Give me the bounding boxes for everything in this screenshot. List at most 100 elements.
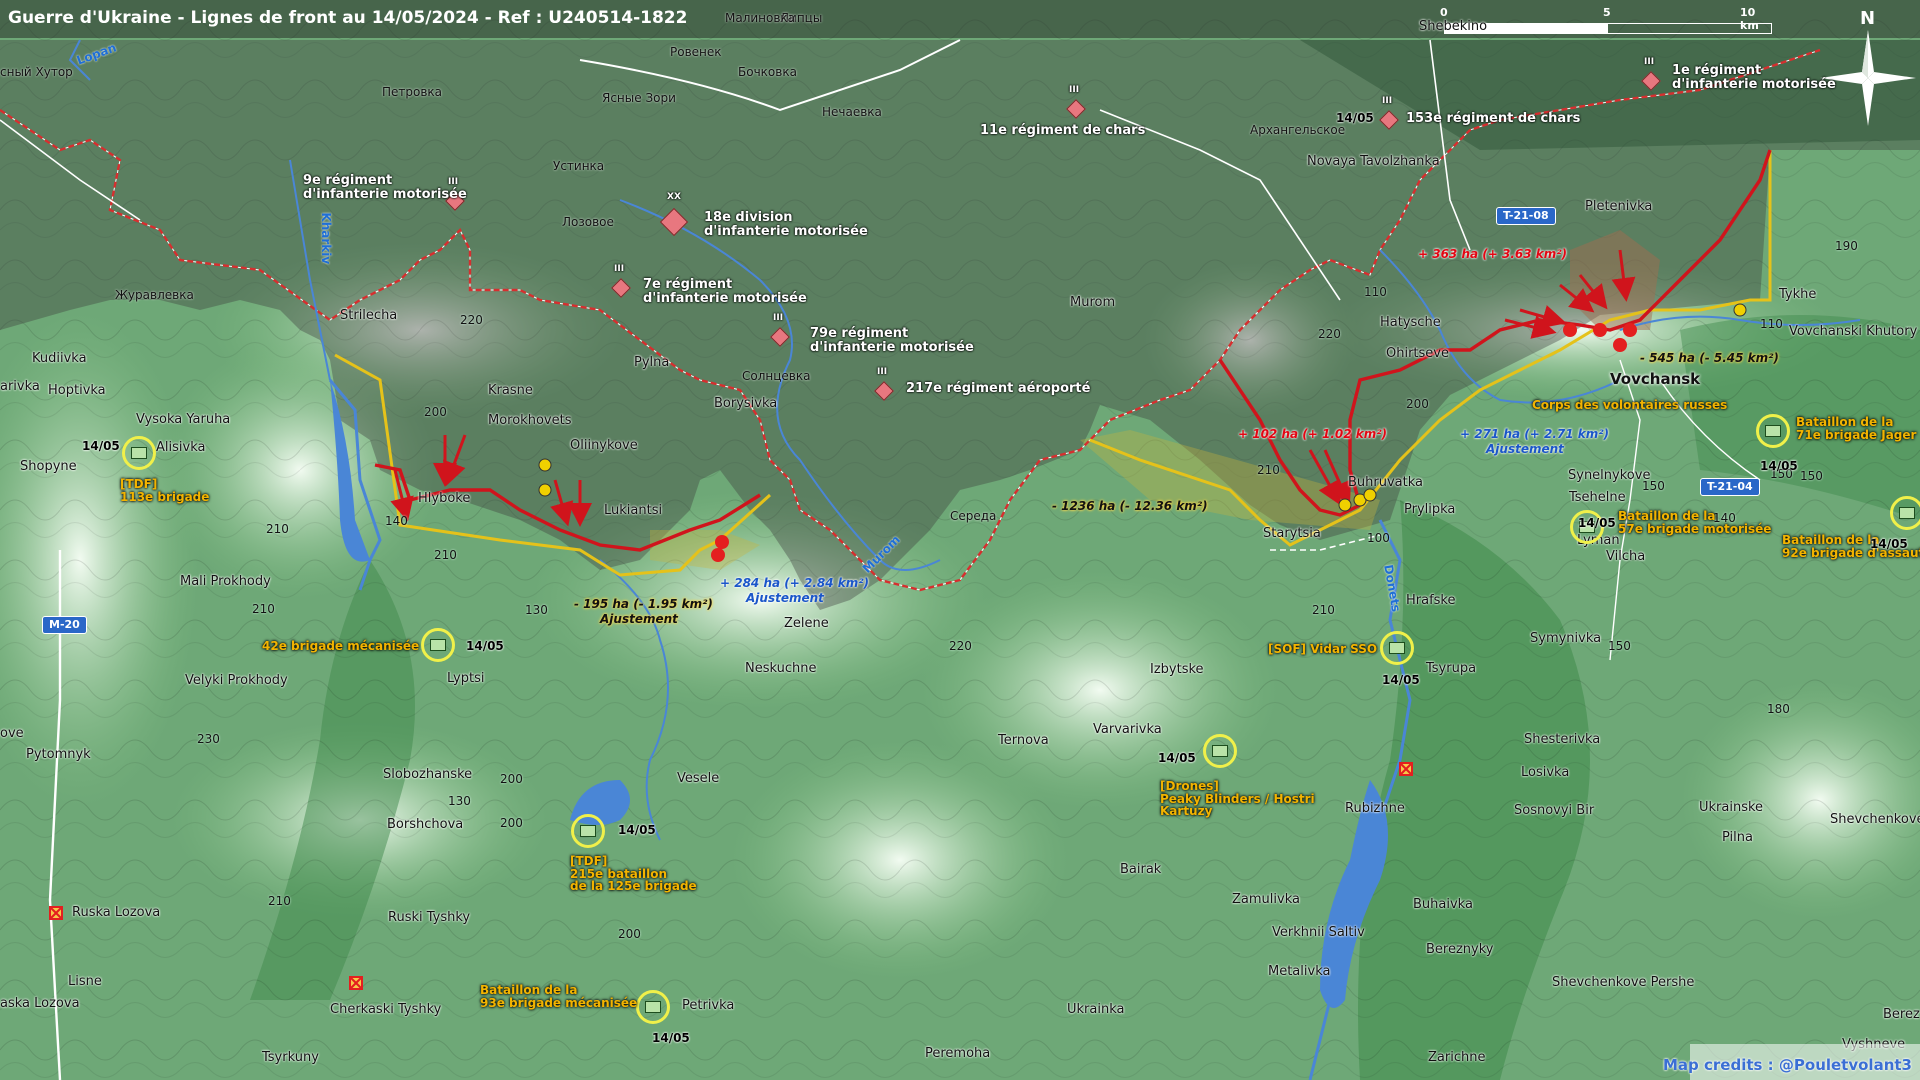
area-change-label: - 1236 ha (- 12.36 km²) <box>1052 499 1208 513</box>
ukrainian-unit-symbol-icon[interactable] <box>1756 414 1790 448</box>
place-label: Ruski Tyshky <box>388 910 471 925</box>
place-label: Alisivka <box>156 440 206 455</box>
ukrainian-unit-symbol-icon[interactable] <box>636 990 670 1024</box>
ukrainian-unit-label: [SOF] Vidar SSO <box>1268 642 1378 656</box>
place-label: Lukiantsi <box>604 503 663 518</box>
unit-date: 14/05 <box>618 823 656 837</box>
scale-tick: 5 <box>1603 6 1611 19</box>
unit-date: 14/05 <box>1578 516 1616 530</box>
city-label: Vovchansk <box>1610 370 1701 388</box>
elevation-label: 210 <box>252 602 275 616</box>
place-label: Varvarivka <box>1093 722 1162 737</box>
place-label: Izbytske <box>1150 662 1204 677</box>
russian-unit-label: 9e régiment d'infanterie motorisée <box>303 173 467 202</box>
elevation-label: 200 <box>1406 397 1429 411</box>
place-label: Бочковка <box>738 65 797 79</box>
place-label: aska Lozova <box>0 996 80 1011</box>
elevation-label: 210 <box>266 522 289 536</box>
ukrainian-unit-label: [Drones] Peaky Blinders / Hostri Kartuzy <box>1160 779 1315 819</box>
elevation-label: 150 <box>1608 639 1631 653</box>
place-label: Vovchanski Khutory <box>1789 324 1918 339</box>
place-label: Slobozhanske <box>383 767 473 782</box>
place-label: Starytsia <box>1263 526 1321 541</box>
place-label: Sosnovyi Bir <box>1514 803 1595 818</box>
elevation-label: 150 <box>1642 479 1665 493</box>
place-label: Prylipka <box>1404 502 1456 517</box>
place-label: Журавлевка <box>115 288 194 302</box>
place-label: Peremoha <box>925 1046 991 1061</box>
place-label: Berez <box>1883 1007 1920 1022</box>
ukrainian-unit-label: 42e brigade mécanisée <box>262 639 420 653</box>
map-title: Guerre d'Ukraine - Lignes de front au 14… <box>8 8 688 28</box>
place-label: Cherkaski Tyshky <box>330 1002 442 1017</box>
unit-echelon: XX <box>667 192 681 202</box>
map-background <box>0 0 1920 1080</box>
elevation-label: 200 <box>500 816 523 830</box>
area-change-note: Ajustement <box>600 612 678 626</box>
place-label: Tsyrkuny <box>262 1050 319 1065</box>
place-label: Velyki Prokhody <box>185 673 288 688</box>
elevation-label: 150 <box>1800 469 1823 483</box>
place-label: Tsehelne <box>1569 490 1626 505</box>
place-label: Symynivka <box>1530 631 1602 646</box>
scale-bar: 0 5 10 km <box>1440 6 1772 36</box>
unit-date: 14/05 <box>1760 459 1798 473</box>
place-label: Петровка <box>382 85 443 99</box>
place-label: Borshchova <box>387 817 464 832</box>
area-change-label: + 271 ha (+ 2.71 km²) <box>1460 427 1610 441</box>
place-label: Tsyrupa <box>1426 661 1477 676</box>
russian-unit-label: 79e régiment d'infanterie motorisée <box>810 326 974 355</box>
ukrainian-unit-symbol-icon[interactable] <box>1890 496 1920 530</box>
place-label: Morokhovets <box>488 413 572 428</box>
ukrainian-unit-symbol-icon[interactable] <box>571 814 605 848</box>
place-label: Zamulivka <box>1232 892 1300 907</box>
unit-date: 14/05 <box>1336 111 1374 125</box>
place-label: Oliinykove <box>570 438 638 453</box>
ukrainian-unit-symbol-icon[interactable] <box>421 628 455 662</box>
place-label: Солнцевка <box>742 369 811 383</box>
ukrainian-unit-label: Corps des volontaires russes <box>1532 398 1728 412</box>
place-label: Ukrainske <box>1699 800 1764 815</box>
place-label: Borysivka <box>714 396 778 411</box>
place-label: Rubizhne <box>1345 801 1405 816</box>
place-label: Tykhe <box>1779 287 1817 302</box>
elevation-label: 200 <box>424 405 447 419</box>
elevation-label: 130 <box>448 794 471 808</box>
ukrainian-unit-symbol-icon[interactable] <box>1380 631 1414 665</box>
elevation-label: 200 <box>500 772 523 786</box>
unit-echelon: III <box>614 264 625 274</box>
place-label: Ukrainka <box>1067 1002 1125 1017</box>
place-label: Buhruvatka <box>1348 475 1424 490</box>
ukrainian-unit-symbol-icon[interactable] <box>1203 734 1237 768</box>
ukrainian-unit-symbol-icon[interactable] <box>122 436 156 470</box>
russian-unit-label: 18e division d'infanterie motorisée <box>704 210 868 239</box>
place-label: Vilcha <box>1606 549 1646 564</box>
place-label: Лозовое <box>562 215 614 229</box>
place-label: Shesterivka <box>1524 732 1601 747</box>
place-label: сный Хутор <box>0 65 73 79</box>
place-label: Kudiivka <box>32 351 87 366</box>
place-label: Lisne <box>68 974 102 989</box>
place-label: Hatysche <box>1380 315 1441 330</box>
map-canvas[interactable]: Guerre d'Ukraine - Lignes de front au 14… <box>0 0 1920 1080</box>
ukrainian-unit-label: [TDF] 215e bataillon de la 125e brigade <box>570 854 697 894</box>
unit-echelon: III <box>1644 57 1655 67</box>
unit-echelon: III <box>1382 96 1393 106</box>
north-arrow-icon: N <box>1818 8 1918 126</box>
russian-unit-label: 11e régiment de chars <box>980 123 1146 138</box>
elevation-label: 220 <box>1318 327 1341 341</box>
unit-date: 14/05 <box>652 1031 690 1045</box>
elevation-label: 210 <box>1257 463 1280 477</box>
unit-echelon: III <box>1069 85 1080 95</box>
unit-date: 14/05 <box>466 639 504 653</box>
unit-echelon: III <box>773 313 784 323</box>
area-change-label: + 102 ha (+ 1.02 km²) <box>1238 427 1388 441</box>
scale-tick: 0 <box>1440 6 1448 19</box>
place-label: Hoptivka <box>48 383 106 398</box>
ukrainian-unit-label: Bataillon de la 57e brigade motorisée <box>1618 509 1772 536</box>
elevation-label: 210 <box>434 548 457 562</box>
place-label: Нечаевка <box>822 105 882 119</box>
place-label: Hrafske <box>1406 593 1456 608</box>
unit-date: 14/05 <box>82 439 120 453</box>
place-label: Mali Prokhody <box>180 574 271 589</box>
